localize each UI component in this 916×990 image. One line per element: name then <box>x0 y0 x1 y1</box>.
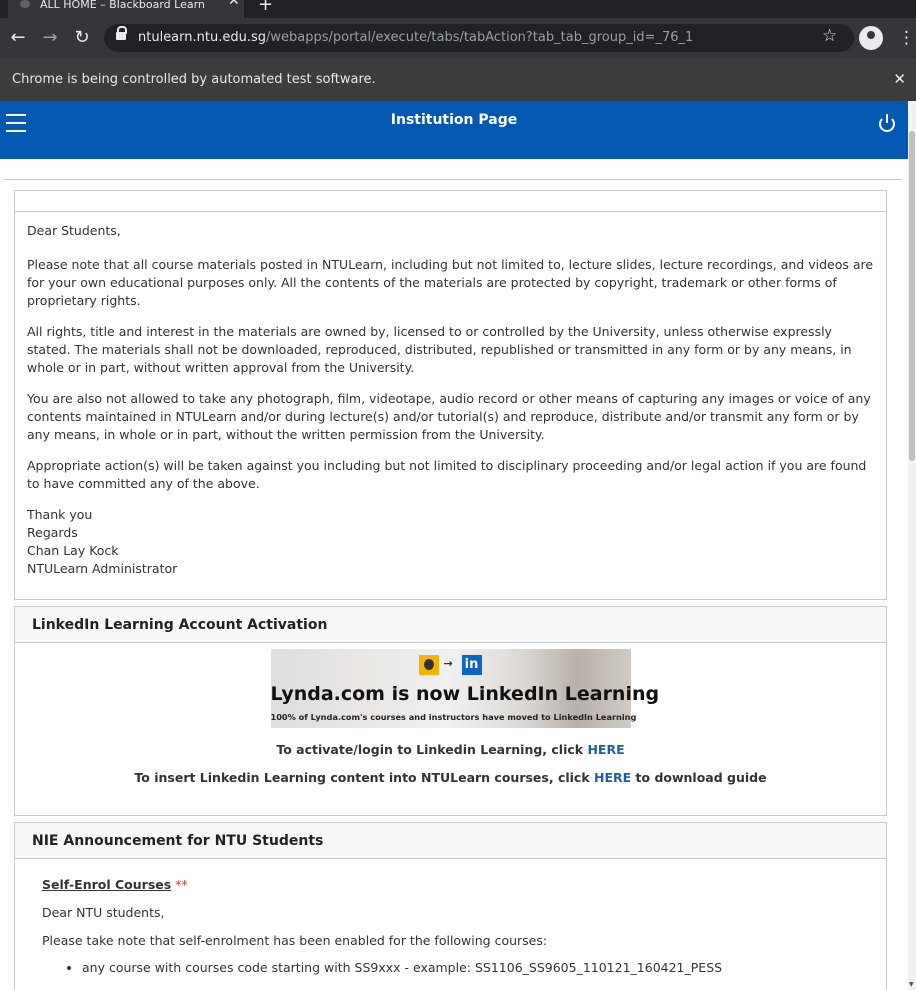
arrow-right-icon: → <box>443 657 453 670</box>
linkedin-logo-icon: in <box>461 655 482 675</box>
notice-para-4: Appropriate action(s) will be taken agai… <box>27 458 867 491</box>
nie-body: Self-Enrol Courses ** Dear NTU students,… <box>15 877 886 975</box>
sig-regards: Regards <box>27 525 78 540</box>
notice-body: Dear Students, Please note that all cour… <box>15 212 886 588</box>
nie-intro: Please take note that self-enrolment has… <box>42 933 548 948</box>
lynda-linkedin-banner: → in Lynda.com is now LinkedIn Learning … <box>270 649 660 728</box>
tab-title: ALL HOME – Blackboard Learn <box>40 0 205 11</box>
sig-thanks: Thank you <box>27 507 93 522</box>
url-text: ntulearn.ntu.edu.sg/webapps/portal/execu… <box>138 30 694 45</box>
browser-tabbar: ALL HOME – Blackboard Learn ✕ + <box>0 0 916 18</box>
activate-text: To activate/login to Linkedin Learning, … <box>276 742 588 757</box>
infobar-text: Chrome is being controlled by automated … <box>12 72 376 87</box>
selfenrol-stars: ** <box>171 877 188 892</box>
scrollbar-thumb[interactable] <box>909 131 915 461</box>
forward-icon[interactable]: → <box>38 26 62 50</box>
activate-line: To activate/login to Linkedin Learning, … <box>15 742 886 757</box>
notice-para-3: You are also not allowed to take any pho… <box>27 391 871 442</box>
activate-here-link[interactable]: HERE <box>587 742 624 757</box>
close-tab-icon[interactable]: ✕ <box>228 0 240 8</box>
notice-panel-head <box>15 191 886 212</box>
address-bar[interactable]: ntulearn.ntu.edu.sg/webapps/portal/execu… <box>104 24 854 52</box>
notice-para-1: Please note that all course materials po… <box>27 257 874 308</box>
banner-icons: → in <box>418 655 483 675</box>
profile-icon[interactable] <box>859 26 883 50</box>
nie-panel: NIE Announcement for NTU Students Self-E… <box>14 822 887 990</box>
selfenrol-title: Self-Enrol Courses <box>42 877 172 892</box>
browser-toolbar: ← → ↻ ntulearn.ntu.edu.sg/webapps/portal… <box>0 18 916 58</box>
menu-kebab-icon[interactable]: ⋮ <box>898 26 915 50</box>
notice-panel: Dear Students, Please note that all cour… <box>14 190 887 600</box>
banner-title: Lynda.com is now LinkedIn Learning <box>270 683 660 705</box>
list-item: any course with courses code starting wi… <box>82 960 886 975</box>
new-tab-icon[interactable]: + <box>258 0 273 15</box>
linkedin-body: → in Lynda.com is now LinkedIn Learning … <box>15 649 886 785</box>
nie-greeting: Dear NTU students, <box>42 905 165 920</box>
insert-suffix: to download guide <box>631 770 767 785</box>
sig-role: NTULearn Administrator <box>27 561 178 576</box>
bookmark-star-icon[interactable]: ☆ <box>822 26 837 46</box>
automation-infobar: Chrome is being controlled by automated … <box>0 58 916 101</box>
close-infobar-icon[interactable]: ✕ <box>893 58 906 101</box>
linkedin-panel: LinkedIn Learning Account Activation → i… <box>14 606 887 816</box>
banner-subtitle: 100% of Lynda.com's courses and instruct… <box>270 712 637 722</box>
page-title: Institution Page <box>390 112 518 128</box>
page-header: Institution Page <box>0 101 908 159</box>
browser-tab[interactable]: ALL HOME – Blackboard Learn ✕ <box>8 0 244 18</box>
notice-greeting: Dear Students, <box>27 223 121 238</box>
insert-text: To insert Linkedin Learning content into… <box>134 770 594 785</box>
logout-power-icon[interactable] <box>879 114 895 132</box>
favicon-icon <box>20 0 30 8</box>
lynda-logo-icon <box>418 655 439 675</box>
selfenrol-heading: Self-Enrol Courses ** <box>42 877 886 892</box>
divider <box>4 179 902 180</box>
lock-icon <box>116 26 127 40</box>
main-content: Dear Students, Please note that all cour… <box>0 159 908 990</box>
page-scrollbar[interactable]: ▼ <box>908 101 916 990</box>
sig-name: Chan Lay Kock <box>27 543 119 558</box>
linkedin-heading: LinkedIn Learning Account Activation <box>15 607 886 643</box>
insert-line: To insert Linkedin Learning content into… <box>15 770 886 785</box>
reload-icon[interactable]: ↻ <box>70 26 94 50</box>
notice-para-2: All rights, title and interest in the ma… <box>27 324 852 375</box>
scroll-down-icon[interactable]: ▼ <box>909 981 914 988</box>
back-icon[interactable]: ← <box>6 26 30 50</box>
nie-heading: NIE Announcement for NTU Students <box>15 823 886 859</box>
course-list: any course with courses code starting wi… <box>42 960 886 975</box>
guide-here-link[interactable]: HERE <box>594 770 631 785</box>
